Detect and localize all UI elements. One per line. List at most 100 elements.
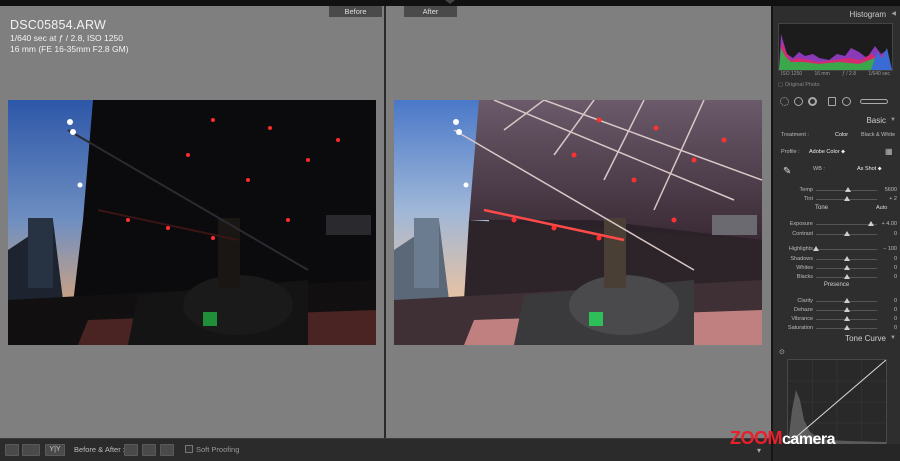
slider-clarity[interactable]: Clarity 0 [777, 297, 897, 306]
slider-track[interactable] [816, 307, 877, 312]
red-eye-icon[interactable] [808, 97, 817, 106]
slider-contrast[interactable]: Contrast 0 [777, 230, 897, 239]
soft-proofing-checkbox[interactable] [185, 445, 193, 453]
before-after-label: Before & After : [74, 445, 125, 454]
slider-thumb[interactable] [843, 265, 850, 270]
radial-filter-icon[interactable] [842, 97, 851, 106]
slider-thumb[interactable] [843, 298, 850, 303]
slider-label: Temp [799, 187, 813, 193]
wb-dropdown[interactable]: As Shot ⬥ [857, 166, 882, 173]
slider-thumb[interactable] [813, 246, 819, 251]
treatment-color-option[interactable]: Color [835, 132, 848, 138]
before-pane[interactable]: Before DSC05854.ARW 1/640 sec at ƒ / 2.8… [0, 6, 384, 438]
slider-shadows[interactable]: Shadows 0 [777, 255, 897, 264]
slider-track[interactable] [816, 274, 877, 279]
profile-dropdown[interactable]: Adobe Color ⬥ [809, 149, 845, 156]
slider-thumb[interactable] [844, 187, 851, 192]
after-pane[interactable]: After [386, 6, 771, 438]
slider-value[interactable]: 0 [881, 231, 897, 237]
slider-vibrance[interactable]: Vibrance 0 [777, 315, 897, 324]
slider-label: Whites [796, 265, 813, 271]
basic-header[interactable]: Basic ▼ [773, 114, 900, 127]
histogram-graph [778, 23, 893, 71]
slider-value[interactable]: + 4.00 [881, 221, 897, 227]
slider-value[interactable]: 0 [881, 298, 897, 304]
slider-temp[interactable]: Temp 5600 [777, 186, 897, 195]
slider-value[interactable]: + 2 [881, 196, 897, 202]
spot-removal-icon[interactable] [794, 97, 803, 106]
adjustment-brush-icon[interactable] [860, 99, 888, 104]
slider-value[interactable]: − 100 [881, 246, 897, 252]
loupe-view-icon[interactable] [5, 444, 19, 456]
slider-label: Dehaze [794, 307, 813, 313]
target-adjust-icon[interactable]: ⊙ [779, 348, 785, 356]
white-balance-eyedropper-icon[interactable]: ✎ [783, 166, 791, 177]
copy-before-to-after-icon[interactable] [124, 444, 138, 456]
xy-compare-view-icon[interactable] [22, 444, 40, 456]
copy-after-to-before-icon[interactable] [142, 444, 156, 456]
slider-label: Highlights [788, 246, 813, 252]
tone-curve-header[interactable]: Tone Curve ▼ [773, 332, 900, 345]
slider-thumb[interactable] [844, 196, 851, 201]
slider-dehaze[interactable]: Dehaze 0 [777, 306, 897, 315]
slider-whites[interactable]: Whites 0 [777, 264, 897, 273]
lightroom-window: Before DSC05854.ARW 1/640 sec at ƒ / 2.8… [0, 0, 900, 461]
slider-thumb[interactable] [843, 325, 850, 330]
before-label: Before [329, 6, 382, 17]
histogram-header[interactable]: Histogram ◀ [773, 8, 900, 21]
slider-label: Contrast [792, 231, 813, 237]
histogram-focal: 16 mm [814, 71, 830, 77]
image-exposure-info: 1/640 sec at ƒ / 2.8, ISO 1250 [10, 33, 123, 43]
slider-thumb[interactable] [867, 221, 874, 226]
presence-subheader: Presence [773, 282, 900, 288]
develop-tool-strip [778, 97, 893, 109]
histogram-shutter: 1/640 sec [868, 71, 890, 77]
slider-track[interactable] [816, 325, 877, 330]
slider-value[interactable]: 0 [881, 325, 897, 331]
slider-label: Clarity [797, 298, 813, 304]
swap-before-after-icon[interactable] [160, 444, 174, 456]
image-filename: DSC05854.ARW [10, 18, 106, 32]
slider-thumb[interactable] [843, 231, 850, 236]
slider-track[interactable] [813, 246, 877, 251]
soft-proofing-label: Soft Proofing [196, 445, 240, 454]
slider-highlights[interactable]: Highlights − 100 [777, 245, 897, 254]
slider-value[interactable]: 5600 [881, 187, 897, 193]
graduated-filter-icon[interactable] [828, 97, 836, 106]
profile-browser-icon[interactable]: ▦ [885, 147, 893, 156]
treatment-bw-option[interactable]: Black & White [861, 132, 895, 138]
slider-value[interactable]: 0 [881, 265, 897, 271]
slider-blacks[interactable]: Blacks 0 [777, 273, 897, 282]
slider-track[interactable] [816, 196, 877, 201]
crop-tool-icon[interactable] [780, 97, 789, 106]
slider-track[interactable] [816, 221, 877, 226]
slider-label: Blacks [796, 274, 813, 280]
slider-track[interactable] [816, 256, 877, 261]
slider-exposure[interactable]: Exposure + 4.00 [777, 220, 897, 229]
wb-label: WB : [813, 166, 825, 172]
slider-label: Tint [804, 196, 813, 202]
before-after-view-button[interactable]: Y|Y [45, 444, 65, 456]
slider-value[interactable]: 0 [881, 274, 897, 280]
tone-auto-button[interactable]: Auto [876, 205, 887, 211]
before-photo [8, 100, 376, 345]
slider-label: Exposure [789, 221, 813, 227]
slider-thumb[interactable] [843, 274, 850, 279]
histogram-title: Histogram [849, 10, 886, 19]
slider-track[interactable] [816, 187, 877, 192]
slider-value[interactable]: 0 [881, 316, 897, 322]
slider-thumb[interactable] [843, 256, 850, 261]
slider-thumb[interactable] [843, 316, 850, 321]
slider-thumb[interactable] [843, 307, 850, 312]
collapse-top-panel-icon[interactable] [445, 0, 455, 4]
slider-track[interactable] [816, 231, 877, 236]
slider-value[interactable]: 0 [881, 256, 897, 262]
profile-label: Profile : [781, 149, 800, 155]
slider-track[interactable] [816, 265, 877, 270]
after-photo [394, 100, 762, 345]
slider-track[interactable] [816, 298, 877, 303]
slider-value[interactable]: 0 [881, 307, 897, 313]
slider-track[interactable] [816, 316, 877, 321]
histogram-aperture: ƒ / 2.8 [842, 71, 856, 77]
slider-tint[interactable]: Tint + 2 [777, 195, 897, 204]
